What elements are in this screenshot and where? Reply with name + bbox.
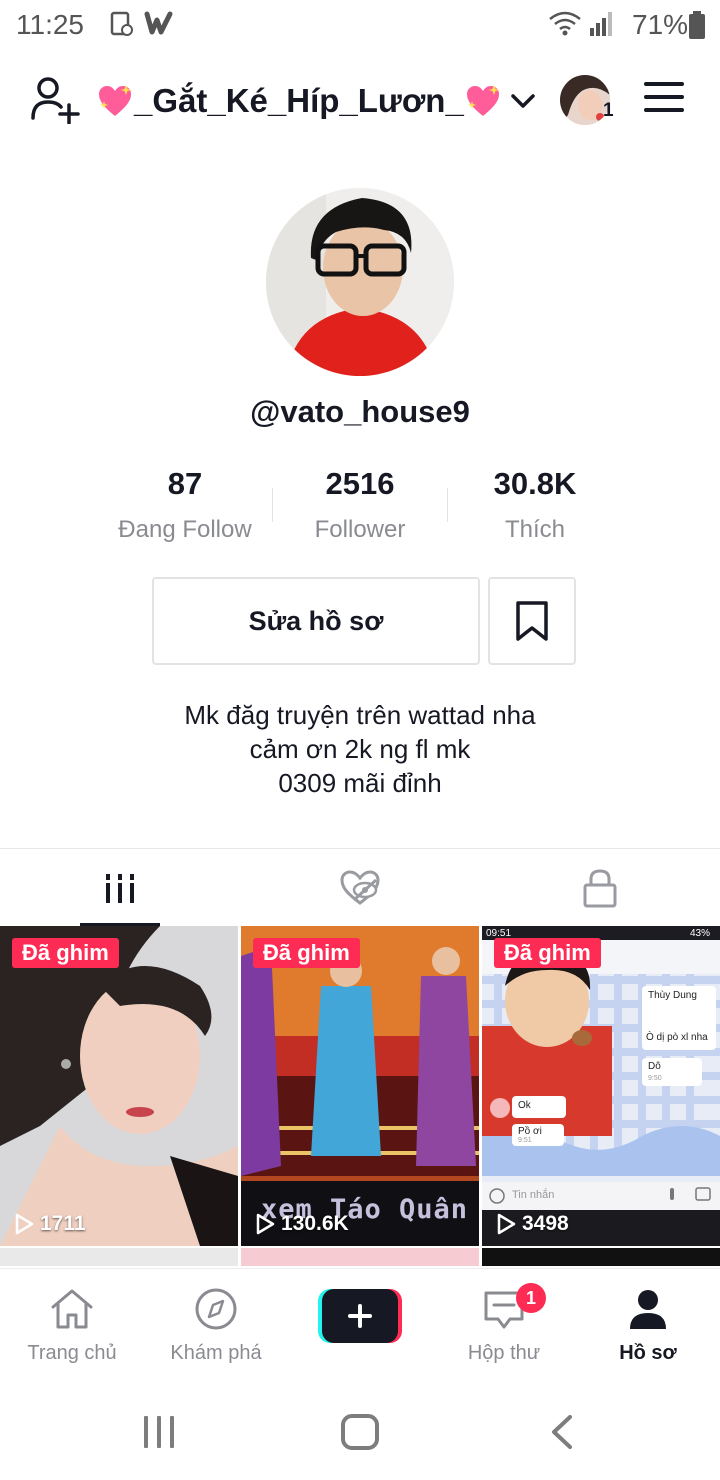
tab-private[interactable] xyxy=(480,849,720,927)
play-count-value: 130.6K xyxy=(281,1212,349,1235)
profile-avatar[interactable] xyxy=(266,188,454,376)
menu-icon[interactable] xyxy=(644,82,684,116)
chat-message: Ò dị pò xl nha xyxy=(646,1032,708,1043)
stat-followers[interactable]: 2516 Follower xyxy=(270,466,450,544)
tab-liked[interactable] xyxy=(240,849,480,927)
sparkling-heart-icon xyxy=(99,85,132,116)
nav-profile[interactable]: Hồ sơ xyxy=(576,1287,720,1365)
battery-icon xyxy=(689,11,705,39)
play-count: 1711 xyxy=(14,1212,86,1236)
signal-icon xyxy=(590,12,612,36)
chat-message: Ok xyxy=(518,1100,531,1111)
compass-icon xyxy=(195,1288,237,1330)
video-tile-partial[interactable] xyxy=(482,1248,720,1266)
bio-line: Mk đăg truyện trên wattad nha xyxy=(184,700,536,730)
stat-following[interactable]: 87 Đang Follow xyxy=(95,466,275,544)
play-count-value: 1711 xyxy=(40,1212,86,1235)
sparkling-heart-icon xyxy=(466,85,500,116)
battery-percent: 71% xyxy=(632,9,689,40)
video-tile[interactable]: 09:51 43% Thùy Dung Ò dị pò xl nha Dô 9:… xyxy=(482,926,720,1246)
tab-videos[interactable] xyxy=(0,849,240,927)
nav-inbox[interactable]: Hộp thư xyxy=(432,1287,576,1365)
screen-record-icon xyxy=(110,11,133,36)
profile-header: _Gắt_Ké_Híp_Lươn_ 1 xyxy=(0,62,720,142)
account-username: _Gắt_Ké_Híp_Lươn_ xyxy=(134,82,464,119)
back-icon[interactable] xyxy=(548,1414,576,1450)
wattpad-icon xyxy=(144,11,173,35)
system-nav-bar xyxy=(0,1380,720,1480)
nav-home-label: Trang chủ xyxy=(27,1342,117,1364)
play-icon xyxy=(15,1213,34,1235)
stat-label: Follower xyxy=(314,516,406,543)
nav-profile-label: Hồ sơ xyxy=(619,1342,677,1364)
nav-discover-label: Khám phá xyxy=(170,1342,262,1364)
chat-message: Pồ ơi xyxy=(518,1126,542,1137)
pinned-badge: Đã ghim xyxy=(253,938,360,968)
inbox-badge: 1 xyxy=(516,1283,546,1313)
grid-icon xyxy=(106,874,134,903)
play-count: 3498 xyxy=(496,1212,569,1236)
play-count: 130.6K xyxy=(255,1212,349,1236)
stat-value: 87 xyxy=(167,466,203,501)
nav-inbox-label: Hộp thư xyxy=(467,1342,541,1364)
chat-contact-name: Thùy Dung xyxy=(648,990,697,1001)
play-icon xyxy=(256,1213,275,1235)
profile-icon xyxy=(630,1290,666,1329)
phone-status-battery: 43% xyxy=(690,928,711,939)
chat-input-placeholder: Tin nhắn xyxy=(512,1189,555,1201)
stat-likes[interactable]: 30.8K Thích xyxy=(445,466,625,544)
wifi-icon xyxy=(549,11,581,36)
stat-value: 2516 xyxy=(325,466,395,501)
status-bar: 11:25 71% xyxy=(0,0,720,52)
profile-stats: 87 Đang Follow 2516 Follower 30.8K Thích xyxy=(0,466,720,550)
pinned-badge: Đã ghim xyxy=(494,938,601,968)
nav-discover[interactable]: Khám phá xyxy=(144,1287,288,1365)
bio-line: 0309 mãi đỉnh xyxy=(278,768,442,798)
lock-icon xyxy=(583,869,617,908)
video-tile[interactable]: Đã ghim 1711 xyxy=(0,926,238,1246)
profile-bio: Mk đăg truyện trên wattad nha cảm ơn 2k … xyxy=(0,698,720,800)
chevron-down-icon xyxy=(511,94,535,108)
account-count: 1 xyxy=(603,100,614,121)
pinned-badge: Đã ghim xyxy=(12,938,119,968)
content-tabs xyxy=(0,848,720,927)
bottom-nav: Trang chủ Khám phá Hộp thư 1 Hồ sơ xyxy=(0,1268,720,1380)
play-count-value: 3498 xyxy=(522,1212,569,1235)
bookmark-icon xyxy=(516,601,548,641)
hidden-heart-icon xyxy=(340,870,380,905)
bio-line: cảm ơn 2k ng fl mk xyxy=(249,734,471,764)
profile-handle: @vato_house9 xyxy=(250,394,470,429)
video-tile-partial[interactable] xyxy=(0,1248,238,1266)
video-grid: Đã ghim 1711 Đã ghim xem Táo Quân 130.6K xyxy=(0,926,720,1266)
video-tile[interactable]: Đã ghim xem Táo Quân 130.6K xyxy=(241,926,479,1246)
video-tile-partial[interactable] xyxy=(241,1248,479,1266)
create-video-button[interactable] xyxy=(318,1289,402,1343)
chat-message: Dô xyxy=(648,1061,661,1072)
add-user-icon[interactable] xyxy=(30,76,82,124)
chat-timestamp: 9:51 xyxy=(518,1137,532,1144)
play-icon xyxy=(497,1213,516,1235)
favorites-button[interactable] xyxy=(488,577,576,665)
recent-apps-icon[interactable] xyxy=(140,1414,178,1450)
stat-label: Thích xyxy=(504,516,566,543)
home-icon xyxy=(51,1289,93,1329)
stat-label: Đang Follow xyxy=(118,516,252,543)
status-time: 11:25 xyxy=(16,9,84,40)
nav-home[interactable]: Trang chủ xyxy=(0,1287,144,1365)
stat-value: 30.8K xyxy=(493,466,577,501)
home-button-icon[interactable] xyxy=(340,1413,380,1451)
account-switcher[interactable]: _Gắt_Ké_Híp_Lươn_ xyxy=(96,80,538,122)
chat-timestamp: 9:50 xyxy=(648,1075,662,1082)
edit-profile-button[interactable]: Sửa hồ sơ xyxy=(152,577,480,665)
